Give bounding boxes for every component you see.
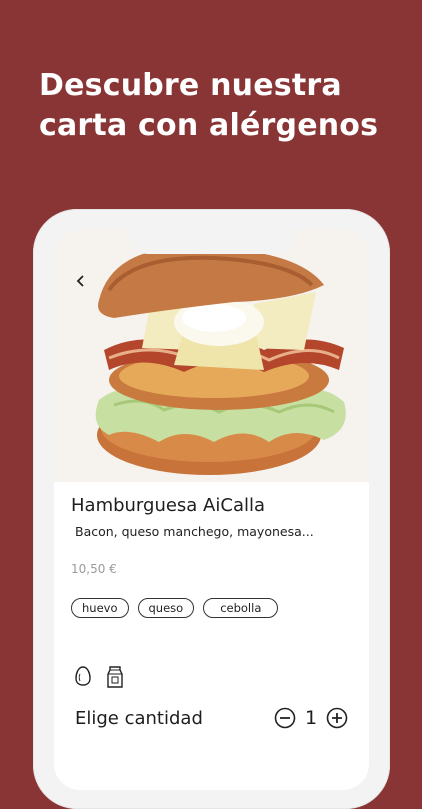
ingredient-tags: huevo queso cebolla [71,598,279,618]
headline-line-1: Descubre nuestra [39,68,342,103]
tag-queso[interactable]: queso [137,598,195,618]
allergen-icons [74,665,124,694]
plus-circle-icon[interactable] [326,707,348,729]
chevron-left-icon[interactable] [74,274,88,288]
dish-price: 10,50 € [71,562,117,576]
quantity-stepper: 1 [274,707,348,729]
phone-screen: Hamburguesa AiCalla Bacon, queso mancheg… [54,230,369,790]
phone-frame: Hamburguesa AiCalla Bacon, queso mancheg… [33,209,390,809]
quantity-label: Elige cantidad [75,708,203,729]
phone-notch [129,230,294,254]
dish-description: Bacon, queso manchego, mayonesa... [75,524,314,539]
headline: Descubre nuestra carta con alérgenos [39,66,409,146]
dish-photo [54,230,369,482]
egg-icon [74,665,92,694]
headline-line-2: carta con alérgenos [39,108,379,143]
milk-carton-icon [106,665,124,694]
tag-huevo[interactable]: huevo [71,598,129,618]
tag-cebolla[interactable]: cebolla [203,598,279,618]
minus-circle-icon[interactable] [274,707,296,729]
quantity-value: 1 [304,707,318,729]
dish-name: Hamburguesa AiCalla [71,495,266,516]
